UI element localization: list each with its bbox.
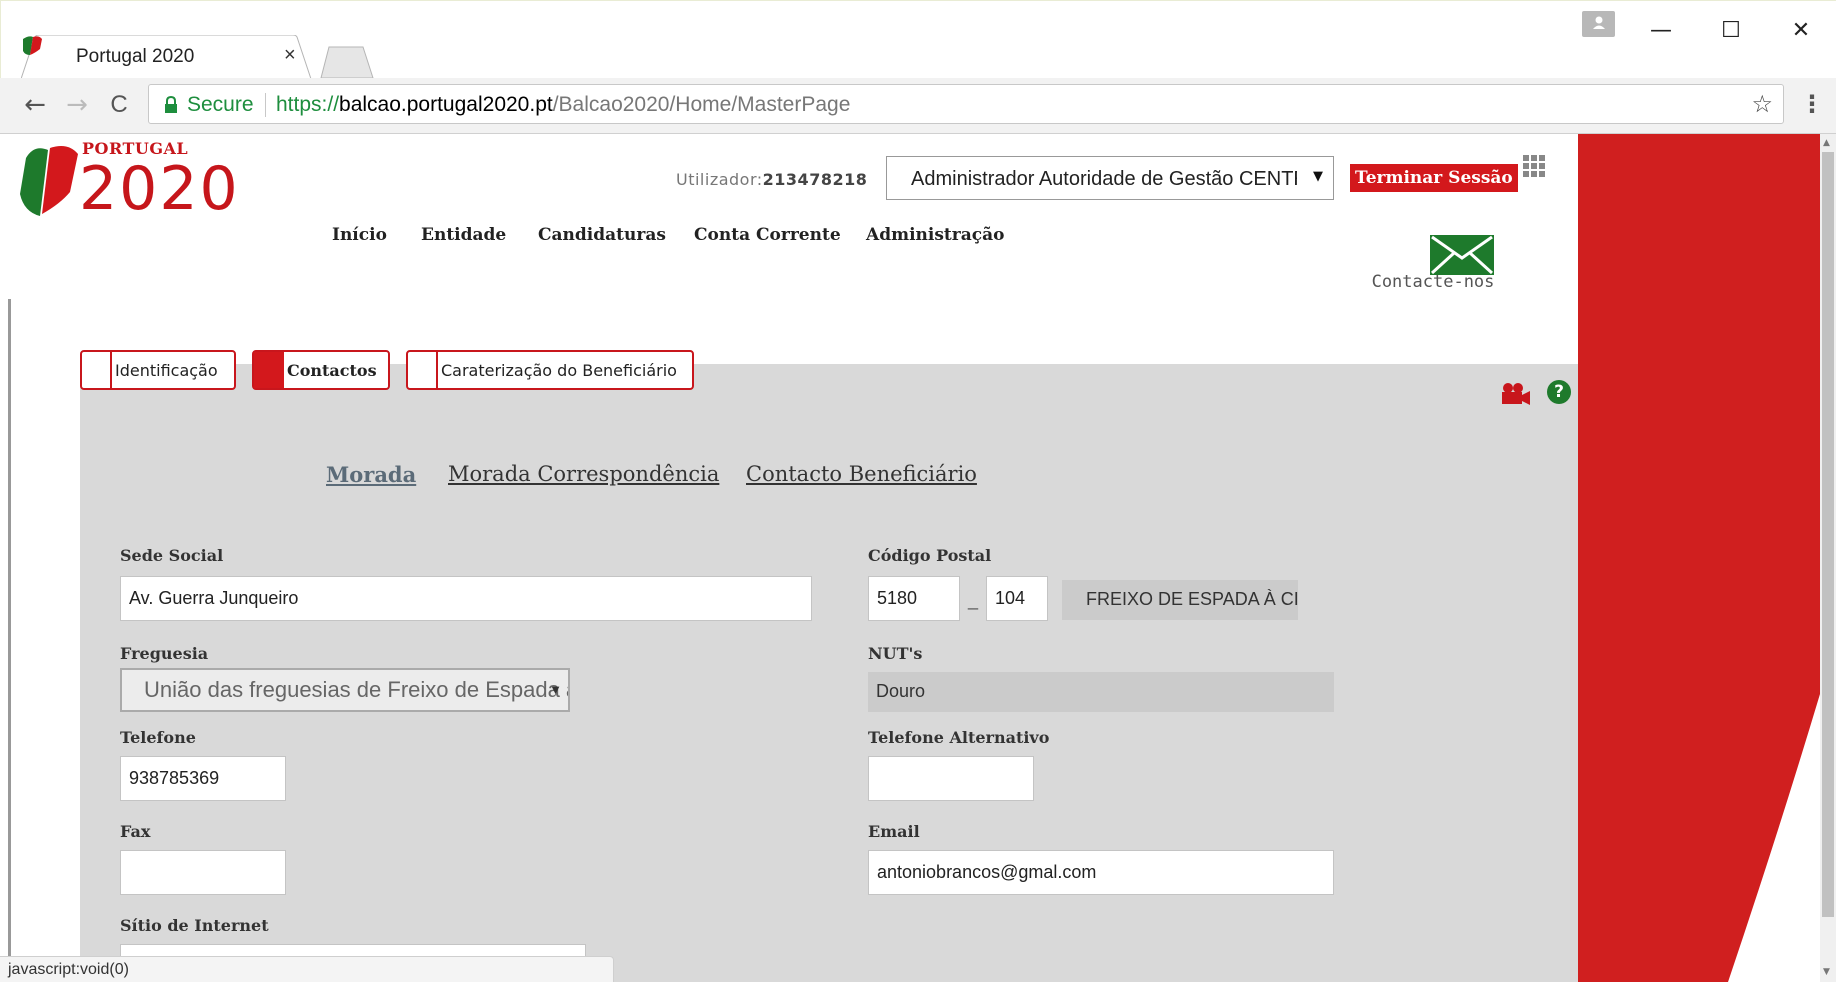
nav-item-candidaturas[interactable]: Candidaturas [538, 225, 666, 245]
nuts-readonly: Douro [868, 672, 1334, 712]
scroll-down-arrow-icon[interactable]: ▼ [1823, 967, 1830, 977]
tab-title: Portugal 2020 [76, 46, 195, 67]
envelope-icon [1430, 235, 1494, 275]
fax-input[interactable] [120, 850, 286, 895]
email-input[interactable]: antoniobrancos@gmal.com [868, 850, 1334, 895]
contact-us-label: Contacte-nos [1371, 272, 1495, 292]
page-content: PORTUGAL 2020 Utilizador:213478218 Admin… [0, 134, 1820, 982]
security-label: Secure [187, 93, 254, 116]
sede-social-input[interactable]: Av. Guerra Junqueiro [120, 576, 812, 621]
nav-item-inicio[interactable]: Início [332, 225, 387, 245]
red-side-band [1578, 134, 1820, 982]
email-label: Email [868, 822, 920, 841]
localidade-readonly: FREIXO DE ESPADA À CINTA [1062, 580, 1298, 620]
user-label-prefix: Utilizador: [676, 170, 763, 189]
url-text: https://balcao.portugal2020.pt/Balcao202… [276, 93, 850, 117]
freguesia-label: Freguesia [120, 644, 209, 663]
role-select[interactable]: Administrador Autoridade de Gestão CENTR… [886, 156, 1334, 200]
tab-stripe [254, 352, 284, 388]
user-id: 213478218 [762, 170, 868, 189]
tab-contactos[interactable]: Contactos [252, 350, 390, 390]
freguesia-select[interactable]: União das freguesias de Freixo de Espada… [120, 668, 570, 712]
left-border [8, 299, 11, 982]
user-label: Utilizador:213478218 [676, 170, 867, 189]
logo-mark [20, 146, 78, 216]
lock-icon [165, 96, 177, 113]
minimize-button[interactable]: — [1641, 13, 1681, 49]
codigo-postal-part1-input[interactable]: 5180 [868, 576, 960, 621]
role-selected-value: Administrador Autoridade de Gestão CENTR… [911, 168, 1297, 190]
telefone-label: Telefone [120, 728, 196, 747]
help-icon[interactable]: ? [1547, 380, 1571, 404]
subtab-morada[interactable]: Morada [326, 462, 416, 487]
dropdown-arrow-icon: ▼ [549, 682, 562, 697]
browser-tab[interactable]: Portugal 2020 × [21, 35, 321, 79]
logo-text-big: 2020 [79, 154, 240, 224]
profile-icon[interactable] [1582, 11, 1615, 37]
page-scrollbar[interactable]: ▲ ▼ [1820, 134, 1836, 982]
logout-button[interactable]: Terminar Sessão [1350, 164, 1518, 192]
tab-stripe [82, 352, 112, 388]
dropdown-arrow-icon: ▼ [1313, 169, 1323, 184]
codigo-postal-part2-input[interactable]: 104 [986, 576, 1048, 621]
url-host: balcao.portugal2020.pt [339, 93, 553, 116]
nuts-label: NUT's [868, 644, 923, 663]
apps-grid-icon[interactable] [1523, 155, 1545, 177]
back-button[interactable]: ← [18, 88, 52, 122]
codigo-postal-separator: _ [968, 590, 979, 610]
tab-stripe [408, 352, 438, 388]
telefone-input[interactable]: 938785369 [120, 756, 286, 801]
tab-label: Contactos [287, 361, 377, 380]
decorative-swoosh [1728, 694, 1820, 982]
tab-caraterizacao[interactable]: Caraterização do Beneficiário [406, 350, 694, 390]
nav-item-administracao[interactable]: Administração [866, 225, 1004, 245]
subtab-morada-correspondencia[interactable]: Morada Correspondência [448, 462, 719, 486]
tab-label: Identificação [115, 361, 218, 380]
sede-social-label: Sede Social [120, 546, 224, 565]
browser-toolbar: ← → C Secure https://balcao.portugal2020… [0, 78, 1836, 134]
tab-label: Caraterização do Beneficiário [441, 361, 677, 380]
telefone-alternativo-input[interactable] [868, 756, 1034, 801]
subtab-contacto-beneficiario[interactable]: Contacto Beneficiário [746, 462, 977, 486]
reload-button[interactable]: C [102, 88, 136, 122]
status-bar: javascript:void(0) [0, 956, 614, 982]
url-path: /Balcao2020/Home/MasterPage [552, 93, 851, 116]
omnibox-divider [265, 93, 266, 117]
star-icon[interactable]: ☆ [1751, 90, 1773, 118]
fax-label: Fax [120, 822, 151, 841]
codigo-postal-label: Código Postal [868, 546, 992, 565]
close-window-button[interactable]: ✕ [1781, 13, 1821, 49]
tab-identificacao[interactable]: Identificação [80, 350, 236, 390]
scroll-up-arrow-icon[interactable]: ▲ [1823, 138, 1830, 148]
portugal2020-favicon [23, 36, 42, 55]
scrollbar-thumb[interactable] [1822, 152, 1834, 917]
nav-item-entidade[interactable]: Entidade [421, 225, 506, 245]
browser-menu-icon[interactable]: ⋮ [1800, 86, 1824, 122]
browser-titlebar: Portugal 2020 × — ☐ ✕ [0, 0, 1836, 79]
tab-close-icon[interactable]: × [284, 44, 296, 67]
nav-item-conta-corrente[interactable]: Conta Corrente [694, 225, 841, 245]
maximize-button[interactable]: ☐ [1711, 13, 1751, 49]
contact-us-link[interactable]: Contacte-nos [1368, 235, 1498, 302]
freguesia-selected-value: União das freguesias de Freixo de Espada… [144, 677, 568, 702]
video-camera-icon[interactable] [1500, 382, 1532, 406]
forward-button[interactable]: → [60, 88, 94, 122]
sitio-internet-label: Sítio de Internet [120, 916, 269, 935]
new-tab-button[interactable] [319, 45, 375, 79]
telefone-alternativo-label: Telefone Alternativo [868, 728, 1050, 747]
address-bar[interactable]: Secure https://balcao.portugal2020.pt/Ba… [148, 84, 1784, 124]
url-scheme: https:// [276, 93, 340, 116]
